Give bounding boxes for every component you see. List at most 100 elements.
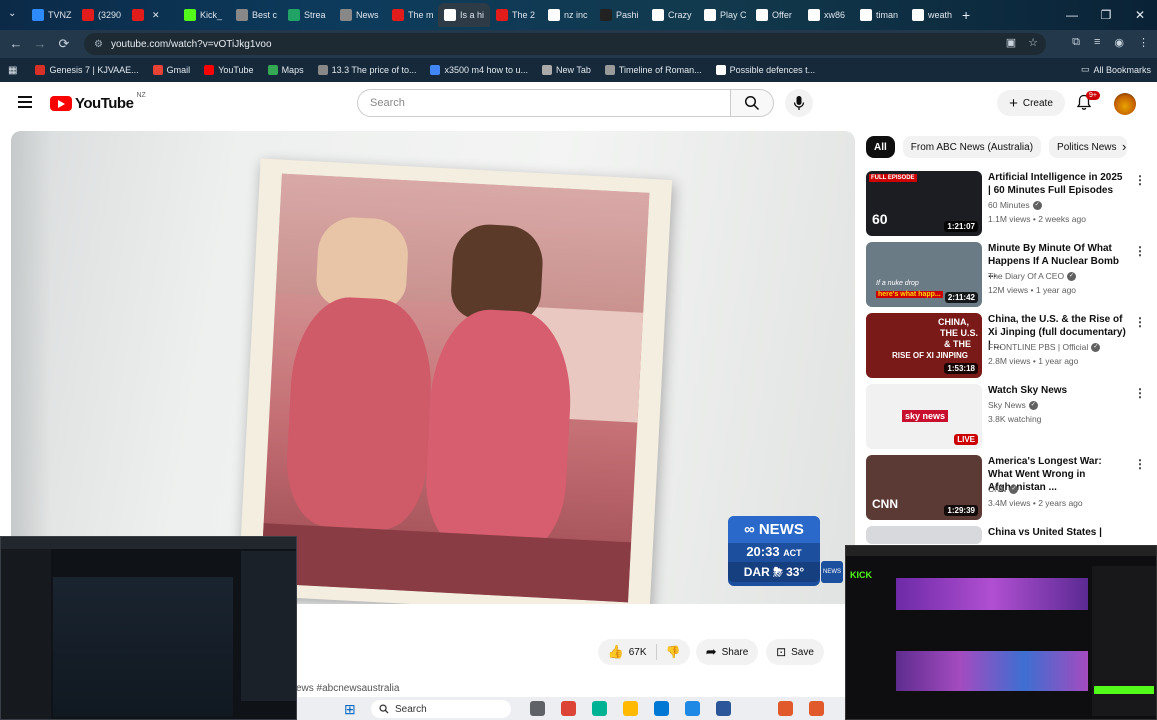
browser-tab[interactable]: Play C xyxy=(698,3,750,27)
recommended-video[interactable]: sky news LIVE Watch Sky News Sky News ✓ 3.8K … xyxy=(866,384,1156,450)
bookmark-item[interactable]: 13.3 The price of to... xyxy=(317,65,416,75)
filter-chip[interactable]: Politics News xyxy=(1049,136,1128,158)
browser-tab[interactable]: The 2 xyxy=(490,3,542,27)
browser-tab[interactable]: Crazy xyxy=(646,3,698,27)
voice-search-button[interactable] xyxy=(785,89,813,117)
search-button[interactable] xyxy=(731,89,774,117)
browser-tab[interactable]: timan xyxy=(854,3,906,27)
browser-tab[interactable]: (3290 xyxy=(76,3,126,27)
overlay-window-kick[interactable]: KICK xyxy=(845,545,1157,720)
new-tab-button[interactable]: + xyxy=(962,7,970,23)
maximize-button[interactable]: ❐ xyxy=(1089,8,1123,22)
account-avatar[interactable] xyxy=(1114,93,1136,115)
cast-icon[interactable]: ▣ xyxy=(1006,36,1016,49)
recommended-video[interactable]: If a nuke drop here's what happ... 2:11:42… xyxy=(866,242,1156,308)
bookmark-star-icon[interactable]: ☆ xyxy=(1028,36,1038,49)
site-info-icon[interactable]: ⚙ xyxy=(94,39,103,50)
filter-chip[interactable]: All xyxy=(866,136,895,158)
browser-tab[interactable]: The m xyxy=(386,3,438,27)
channel-name[interactable]: Sky News ✓ xyxy=(988,400,1038,410)
more-actions-icon[interactable]: ⋮ xyxy=(1134,315,1146,329)
browser-tab[interactable]: Best c xyxy=(230,3,282,27)
taskbar-app-icon[interactable] xyxy=(809,701,824,716)
reload-button[interactable]: ⟳ xyxy=(52,36,76,52)
recommended-video[interactable]: CNN 1:29:39 America's Longest War: What We… xyxy=(866,455,1156,521)
video-thumbnail[interactable]: If a nuke drop here's what happ... 2:11:42 xyxy=(866,242,982,307)
save-button[interactable]: ⊡ Save xyxy=(766,639,824,665)
bookmark-item[interactable]: Possible defences t... xyxy=(715,65,815,75)
browser-menu-icon[interactable]: ⋮ xyxy=(1138,36,1149,49)
address-bar[interactable]: ⚙ youtube.com/watch?v=vOTiJkg1voo ▣ ☆ xyxy=(84,33,1046,55)
taskbar-app-icon[interactable] xyxy=(490,701,505,716)
browser-tab[interactable]: News xyxy=(334,3,386,27)
search-input[interactable]: Search xyxy=(357,89,731,117)
bookmark-item[interactable]: New Tab xyxy=(542,65,591,75)
video-thumbnail[interactable]: sky news LIVE xyxy=(866,384,982,449)
taskbar-app-icon[interactable] xyxy=(530,701,545,716)
browser-tab[interactable]: xw86 xyxy=(802,3,854,27)
all-bookmarks[interactable]: ▭ All Bookmarks xyxy=(1081,64,1151,75)
bookmark-item[interactable]: Genesis 7 | KJVAAE... xyxy=(35,65,139,75)
browser-tab[interactable]: Is a hi xyxy=(438,3,490,27)
dislike-button[interactable]: 👎 xyxy=(666,645,681,659)
video-title[interactable]: China vs United States | Behind xyxy=(988,526,1134,539)
close-window-button[interactable]: ✕ xyxy=(1123,8,1157,22)
video-thumbnail[interactable]: CNN 1:29:39 xyxy=(866,455,982,520)
more-actions-icon[interactable]: ⋮ xyxy=(1134,173,1146,187)
filter-chip[interactable]: From ABC News (Australia) xyxy=(902,136,1042,158)
bookmark-item[interactable]: x3500 m4 how to u... xyxy=(430,65,528,75)
back-button[interactable]: ← xyxy=(4,36,28,51)
recommended-video[interactable]: FULL EPISODE 60 1:21:07 Artificial Intellig… xyxy=(866,171,1156,237)
guide-menu-icon[interactable] xyxy=(18,96,32,108)
channel-name[interactable]: CNN ✓ xyxy=(988,484,1019,494)
browser-tab[interactable]: Strea xyxy=(282,3,334,27)
tab-close-icon[interactable]: ✕ xyxy=(152,10,160,21)
apps-icon[interactable]: ▦ xyxy=(8,65,17,76)
bookmark-favicon-icon xyxy=(430,65,441,75)
taskbar-app-icon[interactable] xyxy=(778,701,793,716)
windows-start-icon[interactable]: ⊞ xyxy=(344,701,356,718)
taskbar-app-icon[interactable] xyxy=(623,701,638,716)
taskbar-app-icon[interactable] xyxy=(592,701,607,716)
browser-tab[interactable]: Kick_ xyxy=(178,3,230,27)
browser-tab[interactable]: Pashi xyxy=(594,3,646,27)
create-button[interactable]: + Create xyxy=(997,90,1065,116)
reading-list-icon[interactable]: ≡ xyxy=(1094,36,1100,49)
recommended-video[interactable]: CHINA, THE U.S. & THE RISE OF XI JINPING 1:5… xyxy=(866,313,1156,379)
overlay-window-streaming-app[interactable] xyxy=(0,536,297,720)
channel-name[interactable]: The Diary Of A CEO ✓ xyxy=(988,271,1077,281)
minimize-button[interactable]: — xyxy=(1055,8,1089,22)
profile-icon[interactable]: ◉ xyxy=(1114,36,1124,49)
more-actions-icon[interactable]: ⋮ xyxy=(1134,457,1146,471)
browser-tab[interactable]: Offer xyxy=(750,3,802,27)
youtube-logo[interactable]: YouTube NZ xyxy=(50,92,146,112)
video-thumbnail[interactable] xyxy=(866,526,982,544)
share-button[interactable]: ➦ Share xyxy=(696,639,758,665)
taskbar-app-icon[interactable] xyxy=(654,701,669,716)
video-title[interactable]: Artificial Intelligence in 2025 | 60 Min… xyxy=(988,171,1128,197)
bookmark-item[interactable]: Gmail xyxy=(152,65,190,75)
bookmark-item[interactable]: Timeline of Roman... xyxy=(604,65,702,75)
channel-name[interactable]: FRONTLINE PBS | Official ✓ xyxy=(988,342,1101,352)
bookmark-item[interactable]: YouTube xyxy=(204,65,254,75)
browser-tab[interactable]: nz inc xyxy=(542,3,594,27)
video-thumbnail[interactable]: FULL EPISODE 60 1:21:07 xyxy=(866,171,982,236)
forward-button[interactable]: → xyxy=(28,36,52,51)
video-title[interactable]: Watch Sky News xyxy=(988,384,1128,397)
channel-name[interactable]: 60 Minutes ✓ xyxy=(988,200,1042,210)
browser-tab[interactable]: weath xyxy=(906,3,958,27)
tab-search-dropdown[interactable]: ⌄ xyxy=(8,8,16,19)
bookmark-item[interactable]: Maps xyxy=(267,65,304,75)
video-player[interactable]: ∞ NEWS 20:33 ACT DAR ⛈ 33° NEWS xyxy=(11,131,855,604)
video-thumbnail[interactable]: CHINA, THE U.S. & THE RISE OF XI JINPING 1:5… xyxy=(866,313,982,378)
taskbar-app-icon[interactable] xyxy=(561,701,576,716)
taskbar-app-icon[interactable] xyxy=(716,701,731,716)
browser-tab[interactable]: TVNZ xyxy=(26,3,76,27)
more-actions-icon[interactable]: ⋮ xyxy=(1134,244,1146,258)
taskbar-app-icon[interactable] xyxy=(685,701,700,716)
more-actions-icon[interactable]: ⋮ xyxy=(1134,386,1146,400)
browser-tab[interactable]: ✕ xyxy=(126,3,178,27)
extensions-icon[interactable]: ⧉ xyxy=(1072,36,1080,49)
like-button[interactable]: 👍 67K xyxy=(608,644,647,660)
chevron-right-icon[interactable]: › xyxy=(1122,139,1126,154)
